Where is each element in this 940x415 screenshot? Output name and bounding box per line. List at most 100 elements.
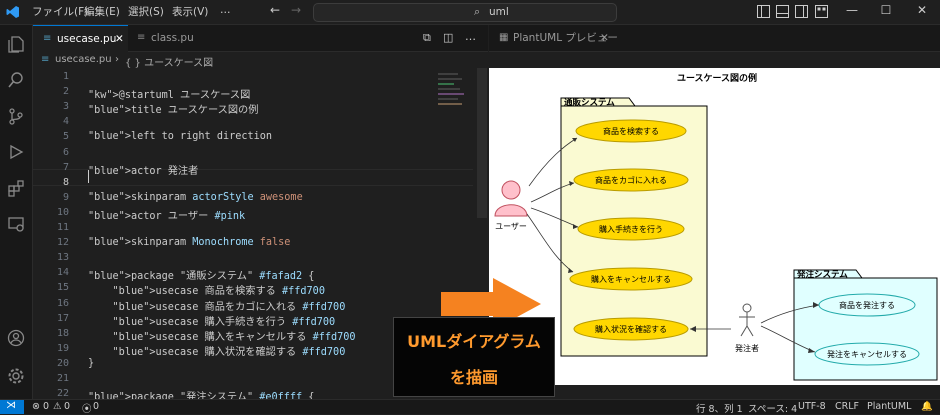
ports-count[interactable]: 0 — [93, 401, 99, 412]
usecase-label: 商品をカゴに入れる — [595, 175, 667, 185]
line-number: 1 — [62, 71, 69, 82]
line-number: 22 — [56, 388, 69, 399]
editor-tab-bar: ≡ usecase.pu ✕ ≡ class.pu ⧉ ◫ … — [33, 25, 488, 52]
code-line: } — [88, 357, 95, 369]
tab-usecase[interactable]: ≡ usecase.pu ✕ — [33, 25, 128, 52]
customize-layout-icon[interactable] — [815, 5, 828, 18]
caption-line2: を描画 — [449, 368, 498, 387]
extensions-icon[interactable] — [7, 179, 25, 197]
line-number: 21 — [56, 373, 69, 384]
toggle-panel-icon[interactable] — [776, 5, 789, 18]
orderer-actor — [739, 303, 755, 337]
usecase-label: 購入状況を確認する — [595, 324, 667, 334]
maximize-icon[interactable]: ☐ — [879, 3, 893, 17]
plantuml-preview: ユースケース図の例 通販システム 発注システム 商品を検索する 商品をカゴに入れ… — [489, 68, 940, 385]
source-control-icon[interactable] — [7, 107, 25, 125]
file-icon: ≡ — [137, 32, 146, 43]
command-search[interactable]: ⌕ uml — [313, 3, 617, 22]
code-line: "blue">actor 発注者 — [88, 165, 199, 177]
code-line: "blue">actor ユーザー #pink — [88, 210, 246, 222]
breadcrumb-file[interactable]: usecase.pu — [55, 54, 112, 65]
toggle-primary-sidebar-icon[interactable] — [757, 5, 770, 18]
line-number: 19 — [56, 342, 69, 354]
remote-indicator[interactable]: ⋊ — [0, 400, 24, 414]
usecase-label: 購入をキャンセルする — [591, 274, 671, 284]
caption-banner: UMLダイアグラム を描画 — [393, 317, 555, 397]
user-actor-body — [494, 204, 528, 217]
forward-arrow-icon[interactable]: → — [289, 3, 303, 17]
line-number: 16 — [56, 297, 69, 309]
package-label: 通販システム — [564, 97, 615, 108]
search-text: uml — [489, 6, 509, 18]
preview-icon: ▦ — [499, 32, 509, 43]
usecase-label: 発注をキャンセルする — [827, 349, 907, 359]
tab-plantuml-preview[interactable]: ▦ PlantUML プレビュー ✕ — [489, 25, 618, 51]
line-number: 14 — [56, 267, 69, 279]
error-icon: ⊗ — [32, 401, 40, 412]
code-line: "blue">left to right direction — [88, 131, 273, 143]
menu-file[interactable]: ファイル(F) — [32, 4, 88, 19]
menu-edit[interactable]: 編集(E) — [84, 4, 120, 19]
code-line: "blue">title ユースケース図の例 — [88, 105, 259, 117]
menu-view[interactable]: 表示(V) — [172, 4, 208, 19]
code-line: "blue">usecase 商品をカゴに入れる #ffd700 — [112, 301, 346, 313]
line-number: 13 — [56, 252, 69, 264]
code-line: "blue">skinparam Monochrome false — [88, 237, 291, 249]
remote-icon: ⋊ — [6, 400, 16, 411]
error-count[interactable]: 0 — [43, 401, 49, 412]
line-number: 4 — [62, 116, 69, 128]
package-label: 発注システム — [796, 269, 848, 280]
more-actions-icon[interactable]: … — [465, 30, 476, 43]
line-number: 8 — [62, 176, 69, 188]
line-number: 17 — [56, 312, 69, 324]
warning-count[interactable]: 0 — [64, 401, 70, 412]
line-number: 3 — [62, 101, 69, 113]
search-view-icon[interactable] — [7, 71, 25, 89]
user-actor-head — [501, 180, 521, 200]
tab-class[interactable]: ≡ class.pu — [129, 25, 214, 51]
account-icon[interactable] — [7, 329, 25, 347]
open-preview-icon[interactable]: ⧉ — [423, 31, 431, 45]
editor-scrollbar[interactable] — [477, 68, 487, 218]
preview-tab-bar: ▦ PlantUML プレビュー ✕ — [489, 25, 940, 52]
code-line: "blue">usecase 購入状況を確認する #ffd700 — [112, 346, 346, 358]
line-number: 18 — [56, 327, 69, 339]
line-number: 6 — [62, 146, 69, 158]
chevron-right-icon: › — [115, 54, 119, 65]
code-line: "kw">@startuml ユースケース図 — [88, 90, 251, 102]
usecase-diagram: ユースケース図の例 通販システム 発注システム 商品を検索する 商品をカゴに入れ… — [494, 72, 938, 381]
usecase-label: 商品を検索する — [603, 126, 659, 136]
toggle-secondary-sidebar-icon[interactable] — [795, 5, 808, 18]
close-tab-icon[interactable]: ✕ — [600, 25, 609, 51]
menu-more[interactable]: … — [220, 4, 231, 16]
caption-line1: UMLダイアグラム — [407, 332, 541, 351]
minimap[interactable] — [438, 70, 470, 130]
code-line: "blue">package "発注システム" #e0ffff { — [88, 392, 315, 399]
line-number: 9 — [62, 191, 69, 203]
line-number: 11 — [56, 222, 69, 233]
run-debug-icon[interactable] — [7, 143, 25, 161]
tab-label: usecase.pu — [57, 33, 117, 45]
language-mode[interactable]: PlantUML — [867, 401, 911, 412]
settings-gear-icon[interactable] — [7, 367, 25, 385]
line-ending[interactable]: CRLF — [835, 401, 859, 412]
back-arrow-icon[interactable]: ← — [268, 3, 282, 17]
remote-explorer-icon[interactable] — [7, 215, 25, 233]
code-line: "blue">package "通販システム" #fafad2 { — [88, 271, 315, 283]
code-line: "blue">usecase 購入をキャンセルする #ffd700 — [112, 331, 356, 343]
menu-selection[interactable]: 選択(S) — [128, 4, 164, 19]
file-icon: ≡ — [41, 54, 50, 65]
split-editor-icon[interactable]: ◫ — [443, 31, 453, 44]
explorer-icon[interactable] — [7, 35, 25, 53]
diagram-title: ユースケース図の例 — [677, 72, 757, 84]
close-window-icon[interactable]: ✕ — [915, 3, 929, 17]
encoding[interactable]: UTF-8 — [798, 401, 826, 412]
activity-bar — [0, 25, 33, 400]
actor-label: 発注者 — [735, 343, 759, 353]
notifications-icon[interactable]: 🔔 — [921, 401, 933, 412]
minimize-icon[interactable]: — — [845, 3, 859, 17]
breadcrumb-symbol[interactable]: { } ユースケース図 — [125, 54, 213, 69]
line-number: 10 — [56, 206, 69, 218]
close-tab-icon[interactable]: ✕ — [115, 26, 124, 52]
line-number: 20 — [56, 357, 69, 369]
